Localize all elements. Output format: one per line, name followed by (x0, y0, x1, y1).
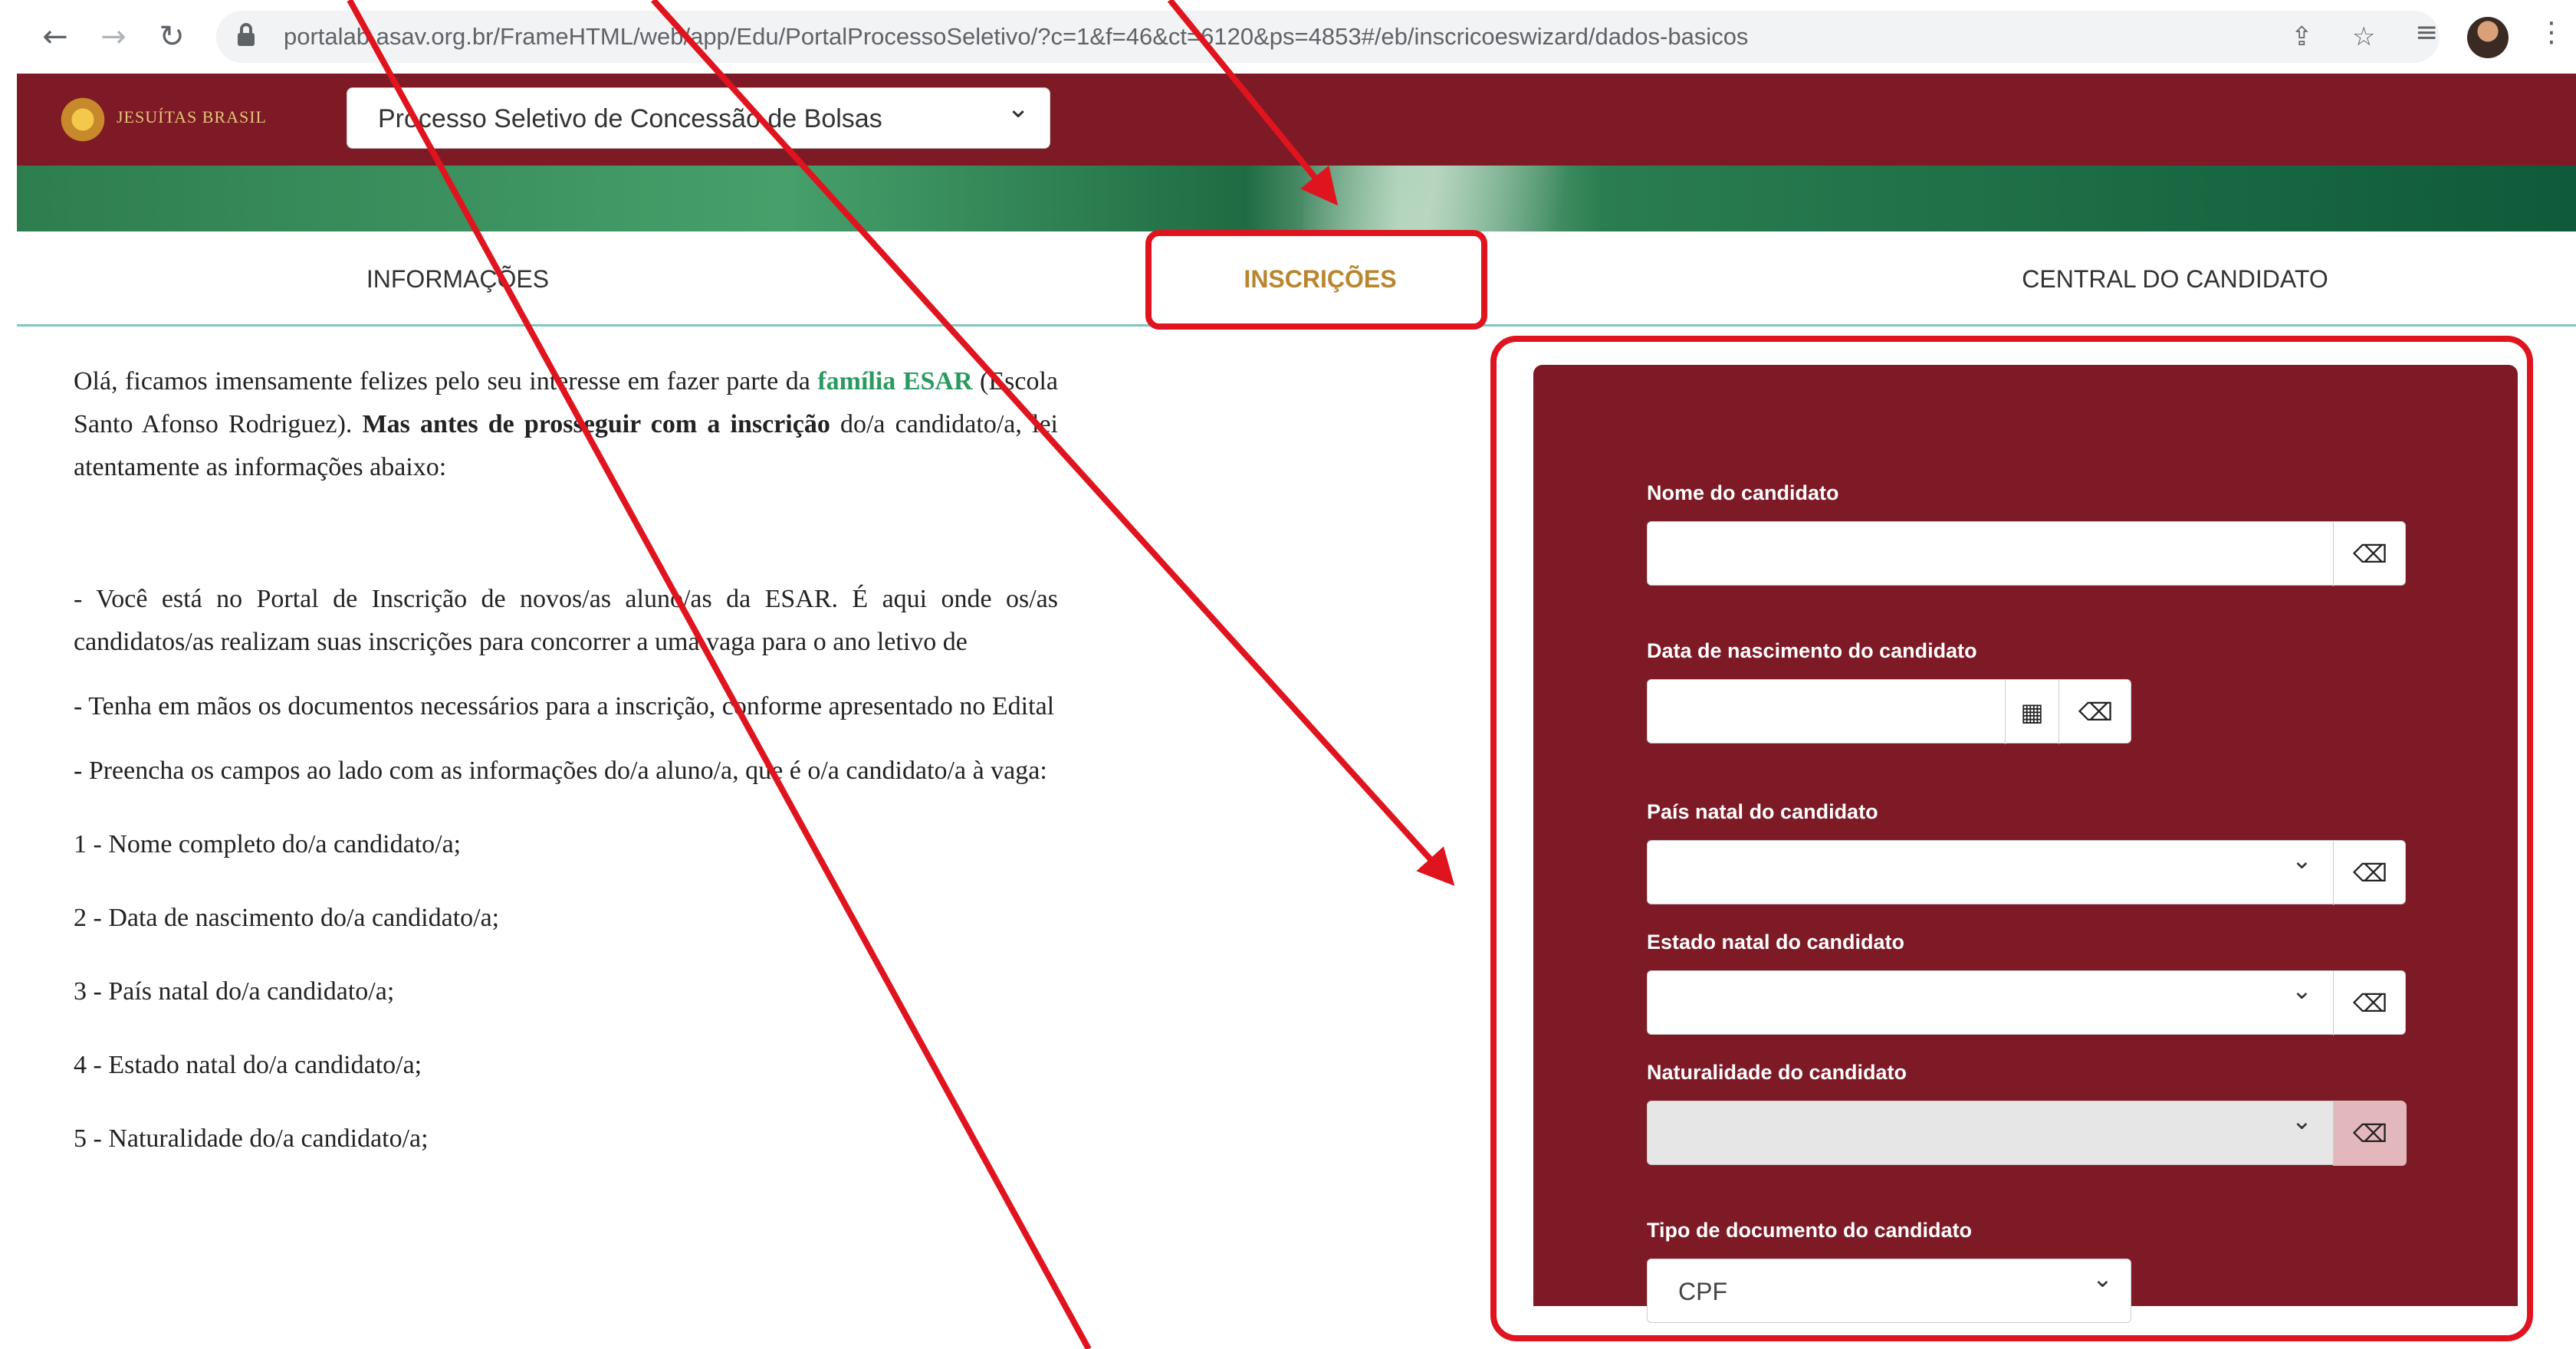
reading-list-icon[interactable]: ≡ (2415, 17, 2438, 48)
browser-menu-icon[interactable]: ⋮ (2538, 17, 2565, 48)
forward-icon[interactable]: → (92, 15, 135, 58)
intro-paragraph-3: - Tenha em mãos os documentos necessário… (74, 692, 1055, 720)
tab-central-do-candidato[interactable]: CENTRAL DO CANDIDATO (1773, 231, 2576, 327)
intro-paragraph-4: - Preencha os campos ao lado com as info… (74, 757, 1047, 785)
share-icon[interactable]: ⇪ (2291, 11, 2313, 63)
intro-paragraph-1: Olá, ficamos imensamente felizes pelo se… (74, 367, 1058, 481)
lock-icon[interactable] (238, 23, 255, 46)
browser-chrome: ← → ↻ portalab.asav.org.br/FrameHTML/web… (0, 0, 2576, 74)
jesuitas-logo-icon[interactable] (55, 92, 110, 147)
list-item: 1 - Nome completo do/a candidato/a; (74, 830, 462, 858)
process-select[interactable]: Processo Seletivo de Concessão de Bolsas… (347, 87, 1050, 149)
process-select-value: Processo Seletivo de Concessão de Bolsas (378, 104, 882, 133)
site-header: JESUÍTAS BRASIL Processo Seletivo de Con… (17, 74, 2576, 166)
url-text[interactable]: portalab.asav.org.br/FrameHTML/web/app/E… (284, 11, 1748, 63)
logo-text: JESUÍTAS BRASIL (117, 107, 267, 126)
intro-text: Olá, ficamos imensamente felizes pelo se… (74, 360, 1058, 1160)
intro-paragraph-2: - Você está no Portal de Inscrição de no… (74, 585, 1058, 656)
bookmark-star-icon[interactable]: ☆ (2352, 11, 2375, 63)
profile-avatar[interactable] (2467, 17, 2509, 58)
form-highlight-box (1490, 336, 2533, 1341)
tab-highlight-box (1145, 230, 1487, 330)
header-banner-image (17, 166, 2576, 231)
back-icon[interactable]: ← (34, 15, 77, 58)
chevron-down-icon: ⌄ (1007, 93, 1030, 124)
list-item: 5 - Naturalidade do/a candidato/a; (74, 1124, 429, 1153)
list-item: 2 - Data de nascimento do/a candidato/a; (74, 904, 500, 932)
list-item: 3 - País natal do/a candidato/a; (74, 977, 395, 1006)
address-bar[interactable]: portalab.asav.org.br/FrameHTML/web/app/E… (216, 11, 2440, 63)
list-item: 4 - Estado natal do/a candidato/a; (74, 1051, 422, 1079)
tab-informacoes[interactable]: INFORMAÇÕES (17, 231, 899, 327)
reload-icon[interactable]: ↻ (150, 15, 193, 58)
